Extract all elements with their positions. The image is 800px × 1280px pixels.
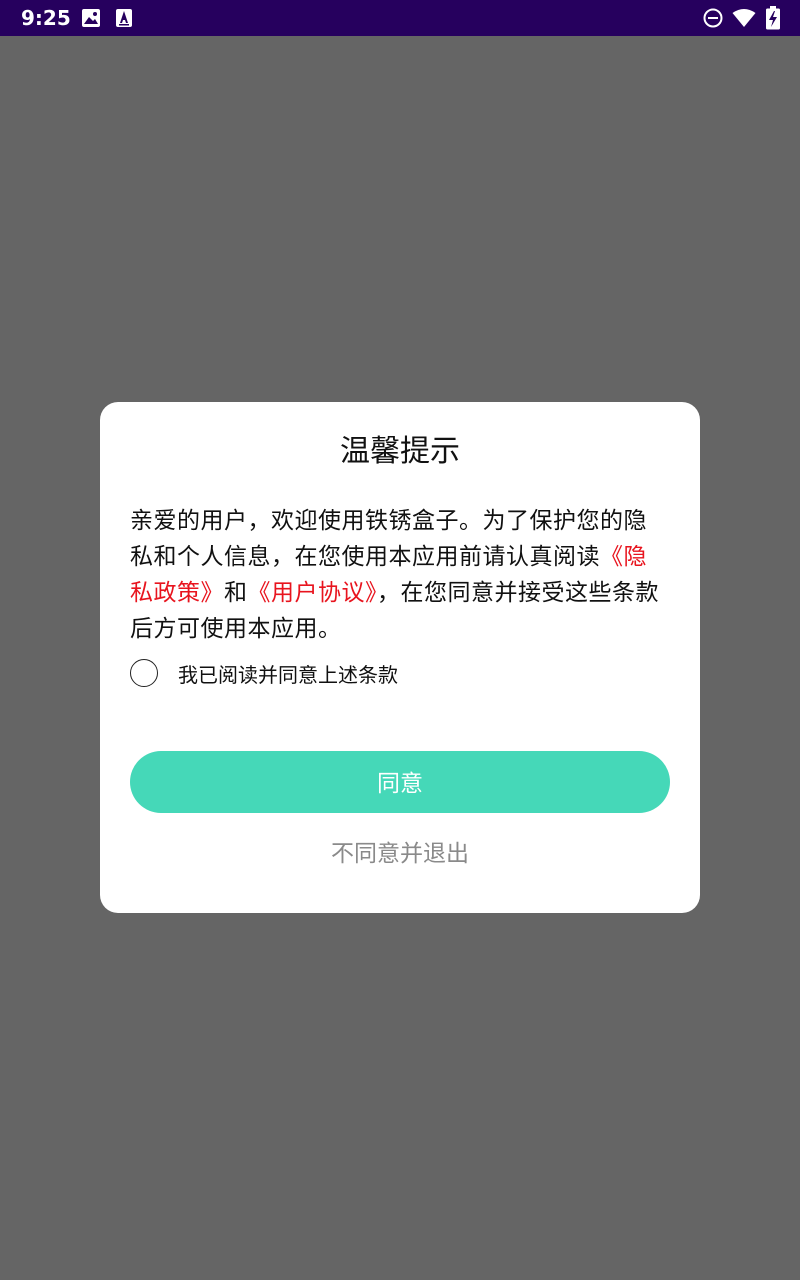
status-time: 9:25 (21, 6, 71, 30)
body-joiner: 和 (224, 580, 248, 606)
agree-button[interactable]: 同意 (130, 751, 670, 813)
image-icon (82, 9, 100, 27)
user-agreement-link[interactable]: 《用户协议》 (248, 580, 378, 606)
battery-charging-icon (766, 6, 780, 30)
body-text: 亲爱的用户，欢迎使用铁锈盒子。为了保护您的隐私和个人信息，在您使用本应用前请认真… (130, 508, 647, 570)
agree-terms-checkbox[interactable] (130, 659, 158, 687)
dialog-body: 亲爱的用户，欢迎使用铁锈盒子。为了保护您的隐私和个人信息，在您使用本应用前请认真… (130, 503, 670, 647)
wifi-icon (732, 9, 756, 27)
status-bar: 9:25 (0, 0, 800, 36)
dialog-title: 温馨提示 (340, 434, 460, 469)
agree-terms-row[interactable]: 我已阅读并同意上述条款 (130, 659, 530, 691)
agree-terms-label[interactable]: 我已阅读并同意上述条款 (178, 659, 398, 691)
do-not-disturb-icon (703, 8, 723, 28)
decline-exit-button[interactable]: 不同意并退出 (130, 836, 670, 872)
text-a-icon (116, 9, 132, 27)
